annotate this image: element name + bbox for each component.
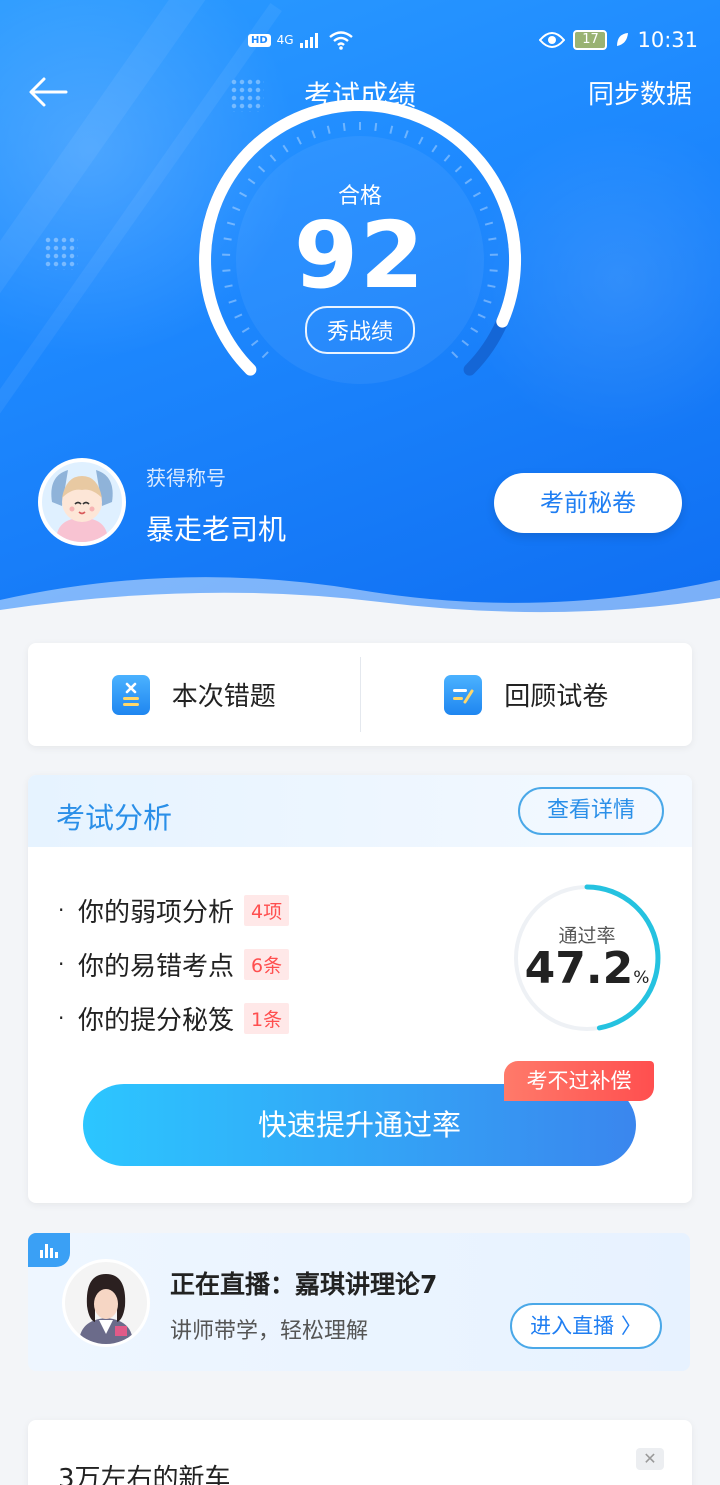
count-badge: 1条 [244,1002,290,1034]
network-label: 4G [276,33,294,47]
quick-actions-card: 本次错题 回顾试卷 [28,643,692,746]
hd-icon: HD [248,33,271,47]
analysis-item-weak[interactable]: · 你的弱项分析 4项 [58,883,290,937]
pass-rate-ring: 通过率 47.2% [512,883,662,1033]
gauge-tick [326,125,331,134]
analysis-list: · 你的弱项分析 4项 · 你的易错考点 6条 · 你的提分秘笈 1条 [58,883,290,1045]
ad-card[interactable]: 3万左右的新车 ✕ [28,1420,692,1485]
gauge-tick [342,122,346,132]
wrong-questions-button[interactable]: 本次错题 [28,643,360,746]
title-label: 获得称号 [146,466,226,490]
avatar[interactable] [38,458,126,546]
gauge-tick [483,299,492,304]
compensation-tag[interactable]: 考不过补偿 [504,1061,654,1101]
ad-text: 3万左右的新车 [58,1464,231,1485]
sync-data-button[interactable]: 同步数据 [588,74,692,111]
battery-icon: 17 [573,30,608,50]
review-paper-button[interactable]: 回顾试卷 [361,643,693,746]
pre-exam-secret-button[interactable]: 考前秘卷 [494,473,682,533]
close-icon[interactable]: ✕ [636,1448,664,1470]
gauge-tick [226,221,236,226]
leaf-icon [617,33,629,46]
analysis-item-tips[interactable]: · 你的提分秘笈 1条 [58,991,290,1045]
teacher-illustration [65,1262,147,1344]
gauge-tick [489,269,498,272]
gauge-tick [224,284,233,288]
eye-icon [539,32,566,48]
review-paper-label: 回顾试卷 [504,682,609,712]
clock: 10:31 [637,28,698,52]
analysis-item-error-prone[interactable]: · 你的易错考点 6条 [58,937,290,991]
analysis-item-label: 你的易错考点 [78,951,235,982]
enter-live-button[interactable]: 进入直播 〉 [510,1303,662,1349]
live-title: 正在直播：嘉琪讲理论7 [170,1270,438,1299]
gauge-tick [222,269,231,272]
score-value: 92 [293,202,427,309]
analysis-item-label: 你的提分秘笈 [78,1005,235,1036]
count-badge: 6条 [244,948,290,980]
analysis-item-label: 你的弱项分析 [78,897,235,928]
review-paper-icon [444,674,483,715]
live-bars-icon [28,1233,70,1267]
gauge-tick [374,122,378,132]
view-details-button[interactable]: 查看详情 [518,787,664,835]
gauge-tick [223,237,232,241]
gauge-tick [488,237,497,241]
wifi-icon [328,31,353,50]
wrong-questions-icon [111,674,150,715]
count-badge: 4项 [244,894,290,926]
signal-icon [299,33,318,48]
pass-rate-unit: % [633,968,650,988]
analysis-title: 考试分析 [56,801,173,835]
decor-dots [44,236,78,270]
header-wave [0,577,720,630]
pass-rate-value: 47.2 [524,943,634,994]
gauge-tick [484,221,494,226]
live-subtitle: 讲师带学，轻松理解 [170,1319,369,1344]
exam-analysis-card: 考试分析 查看详情 · 你的弱项分析 4项 · 你的易错考点 6条 · 你的提分… [28,775,692,1203]
gauge-tick [389,125,394,134]
score-panel: 合格 92 秀战绩 [236,136,484,384]
avatar-illustration [42,462,122,542]
teacher-avatar [62,1259,150,1347]
live-stream-card[interactable]: 正在直播：嘉琪讲理论7 讲师带学，轻松理解 进入直播 〉 [28,1233,690,1371]
show-results-button[interactable]: 秀战绩 [304,306,415,354]
title-value: 暴走老司机 [146,513,287,546]
top-nav: 考试成绩 同步数据 [0,68,720,116]
analysis-header: 考试分析 查看详情 [28,775,692,847]
gauge-tick [487,284,496,288]
wrong-questions-label: 本次错题 [171,682,276,712]
